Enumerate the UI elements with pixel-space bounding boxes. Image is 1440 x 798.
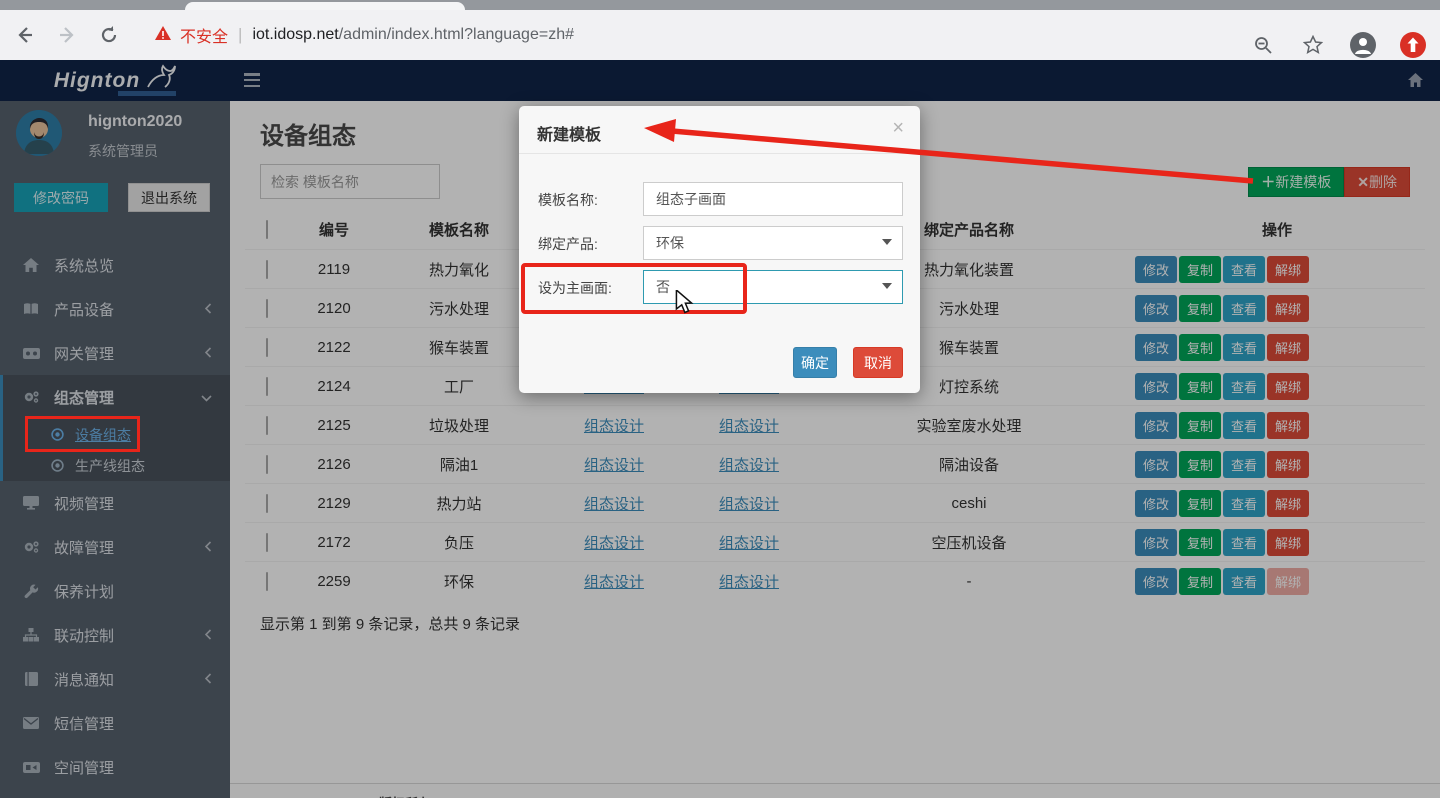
address-bar[interactable]: 不安全 | iot.idosp.net /admin/index.html?la… <box>154 23 574 47</box>
browser-tabstrip <box>0 0 1440 10</box>
url-path[interactable]: /admin/index.html?language=zh# <box>339 26 574 44</box>
caret-down-icon <box>882 239 892 245</box>
browser-update-icon[interactable] <box>1396 28 1430 62</box>
browser-tab[interactable] <box>185 2 465 10</box>
browser-chrome: 不安全 | iot.idosp.net /admin/index.html?la… <box>0 0 1440 60</box>
forward-icon[interactable] <box>50 18 84 52</box>
modal-close-icon[interactable]: × <box>892 118 904 138</box>
field-select[interactable]: 环保 <box>643 226 903 260</box>
modal-field-1: 绑定产品: 环保 <box>519 226 920 260</box>
back-icon[interactable] <box>8 18 42 52</box>
field-select[interactable]: 否 <box>643 270 903 304</box>
url-separator: | <box>238 25 242 45</box>
reload-icon[interactable] <box>92 18 126 52</box>
field-label: 模板名称: <box>538 190 598 210</box>
modal-header: 新建模板 × <box>519 106 920 154</box>
cancel-button[interactable]: 取消 <box>853 347 903 378</box>
profile-avatar-icon[interactable] <box>1346 28 1380 62</box>
insecure-warning-icon <box>154 25 172 46</box>
url-host[interactable]: iot.idosp.net <box>252 26 338 44</box>
bookmark-star-icon[interactable] <box>1296 28 1330 62</box>
modal-field-2: 设为主画面: 否 <box>519 270 920 304</box>
modal-field-0: 模板名称: 组态子画面 <box>519 182 920 216</box>
zoom-out-icon[interactable] <box>1246 28 1280 62</box>
confirm-button[interactable]: 确定 <box>793 347 837 378</box>
field-label: 设为主画面: <box>538 278 612 298</box>
modal-footer: 确定 取消 <box>793 347 903 378</box>
security-label[interactable]: 不安全 <box>180 23 228 47</box>
modal-title: 新建模板 <box>537 121 601 145</box>
field-label: 绑定产品: <box>538 234 598 254</box>
caret-down-icon <box>882 283 892 289</box>
template-name-input[interactable]: 组态子画面 <box>643 182 903 216</box>
browser-toolbar: 不安全 | iot.idosp.net /admin/index.html?la… <box>0 10 1440 60</box>
new-template-modal: 新建模板 × 模板名称: 组态子画面绑定产品: 环保设为主画面: 否 确定 取消 <box>519 106 920 393</box>
